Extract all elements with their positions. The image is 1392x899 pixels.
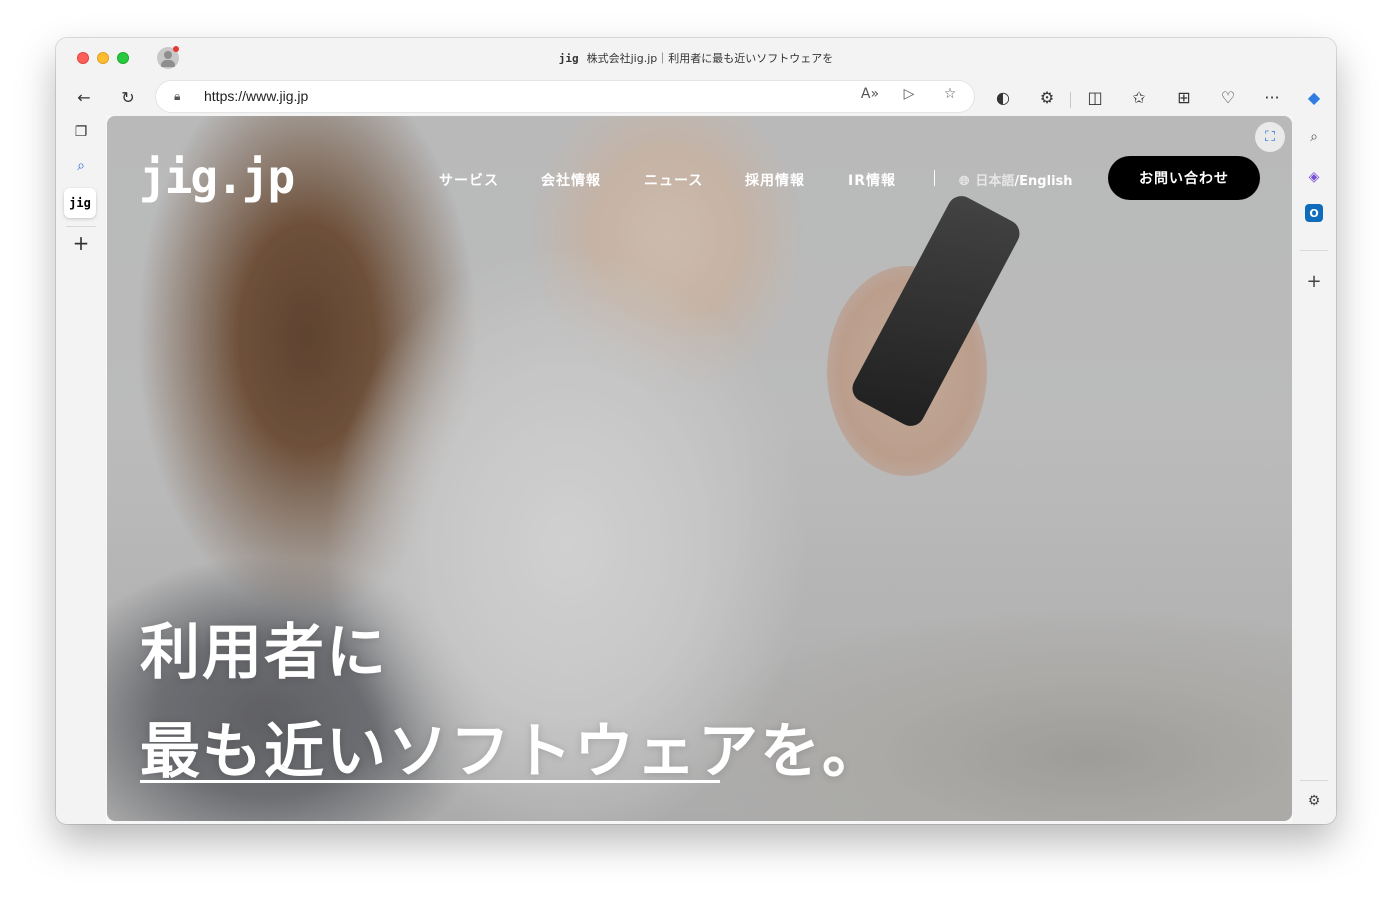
toolbar-divider bbox=[1070, 92, 1071, 108]
hero-heading-line1: 利用者に bbox=[140, 618, 388, 688]
tab-title-text: 株式会社jig.jp｜利用者に最も近いソフトウェアを bbox=[586, 52, 834, 65]
nav-news[interactable]: ニュース bbox=[644, 170, 703, 190]
sidebar-settings-icon[interactable]: ⚙ bbox=[1301, 788, 1327, 814]
window-title: jig 株式会社jig.jp｜利用者に最も近いソフトウェアを bbox=[56, 50, 1336, 66]
tab-actions-icon[interactable]: ❐ bbox=[68, 119, 94, 145]
more-menu-icon[interactable]: ··· bbox=[1259, 84, 1285, 110]
split-screen-icon[interactable]: ◫ bbox=[1082, 84, 1108, 110]
right-sidebar: ⌕ ◈ O + ⚙ bbox=[1292, 116, 1336, 824]
back-icon[interactable]: ← bbox=[71, 84, 97, 110]
sidebar-search-icon[interactable]: ⌕ bbox=[1301, 124, 1327, 150]
url-text[interactable]: https://www.jig.jp bbox=[204, 88, 308, 104]
site-logo[interactable]: jig.jp bbox=[139, 150, 295, 204]
globe-icon: 🌐︎ bbox=[959, 174, 970, 189]
sidebar-divider bbox=[66, 226, 96, 227]
language-switcher[interactable]: 🌐︎ 日本語/English bbox=[959, 170, 1073, 189]
browser-toolbar: ← ↻ 🔒︎ https://www.jig.jp A» ▷ ☆ ◐ ⚙ ◫ ✩… bbox=[56, 78, 1336, 116]
hero-heading-line2: 最も近いソフトウェアを。 bbox=[140, 717, 884, 787]
nav-company[interactable]: 会社情報 bbox=[541, 170, 601, 190]
extensions-puzzle-icon[interactable]: ⚙ bbox=[1034, 84, 1060, 110]
browser-window: jig 株式会社jig.jp｜利用者に最も近いソフトウェアを ← ↻ 🔒︎ htt… bbox=[56, 38, 1336, 824]
copilot-icon[interactable]: ◆ bbox=[1301, 84, 1327, 110]
lang-en[interactable]: English bbox=[1019, 174, 1072, 189]
nav-divider bbox=[934, 170, 935, 186]
nav-recruit[interactable]: 採用情報 bbox=[745, 170, 805, 190]
immersive-reader-icon[interactable]: ▷ bbox=[899, 86, 919, 102]
page-viewport: jig.jp サービス 会社情報 ニュース 採用情報 IR情報 🌐︎ 日本語/En… bbox=[107, 116, 1292, 821]
favorite-star-icon[interactable]: ☆ bbox=[940, 86, 960, 102]
hero-underline bbox=[140, 780, 720, 783]
collections-icon[interactable]: ⊞ bbox=[1171, 84, 1197, 110]
sidebar-divider bbox=[1300, 250, 1328, 251]
tab-favicon: jig bbox=[558, 52, 579, 65]
nav-ir[interactable]: IR情報 bbox=[848, 170, 896, 190]
lang-ja[interactable]: 日本語 bbox=[975, 174, 1014, 189]
read-aloud-icon[interactable]: A» bbox=[860, 86, 880, 102]
nav-services[interactable]: サービス bbox=[439, 170, 499, 190]
outlook-icon[interactable]: O bbox=[1305, 204, 1323, 222]
visual-search-icon[interactable]: ⛶ bbox=[1255, 122, 1285, 152]
search-tabs-icon[interactable]: ⌕ bbox=[68, 153, 94, 179]
address-bar[interactable]: 🔒︎ https://www.jig.jp A» ▷ ☆ bbox=[156, 81, 974, 112]
vertical-tabs-sidebar: ❐ ⌕ jig + bbox=[56, 116, 106, 824]
title-bar: jig 株式会社jig.jp｜利用者に最も近いソフトウェアを bbox=[56, 38, 1336, 78]
contact-button[interactable]: お問い合わせ bbox=[1108, 156, 1260, 200]
sidebar-divider bbox=[1300, 780, 1328, 781]
new-tab-icon[interactable]: + bbox=[68, 230, 94, 256]
lock-icon[interactable]: 🔒︎ bbox=[174, 89, 180, 104]
add-sidebar-app-icon[interactable]: + bbox=[1301, 268, 1327, 294]
favorites-icon[interactable]: ✩ bbox=[1126, 84, 1152, 110]
browser-essentials-icon[interactable]: ♡ bbox=[1215, 84, 1241, 110]
reload-icon[interactable]: ↻ bbox=[115, 84, 141, 110]
tab-jig[interactable]: jig bbox=[64, 188, 96, 218]
extension-icon[interactable]: ◐ bbox=[990, 84, 1016, 110]
sidebar-copilot-icon[interactable]: ◈ bbox=[1301, 164, 1327, 190]
